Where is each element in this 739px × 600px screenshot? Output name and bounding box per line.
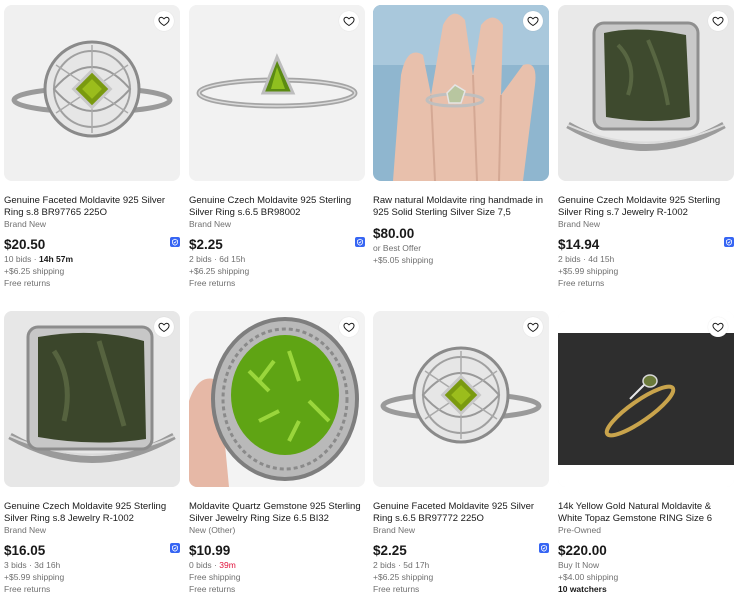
ebay-badge-icon — [724, 237, 734, 247]
listing-price: $20.50 — [4, 237, 46, 252]
listing-title[interactable]: Raw natural Moldavite ring handmade in 9… — [373, 195, 549, 219]
time-left: 6d 15h — [219, 254, 246, 264]
listing-price: $10.99 — [189, 543, 231, 558]
listing-title[interactable]: Moldavite Quartz Gemstone 925 Sterling S… — [189, 501, 365, 525]
watchlist-heart-button[interactable] — [523, 11, 543, 31]
time-left: 3d 16h — [34, 560, 61, 570]
listing-card[interactable]: 14k Yellow Gold Natural Moldavite & Whit… — [558, 311, 734, 595]
listing-shipping: +$6.25 shipping — [189, 266, 250, 276]
watchlist-heart-button[interactable] — [339, 11, 359, 31]
time-left: 4d 15h — [588, 254, 615, 264]
listing-condition: Brand New — [373, 525, 416, 535]
listing-image[interactable] — [558, 5, 734, 181]
listing-card[interactable]: Raw natural Moldavite ring handmade in 9… — [373, 5, 549, 266]
listing-image[interactable] — [189, 5, 365, 181]
listing-bids: 0 bids · 39m — [189, 560, 236, 570]
listing-returns: Free returns — [189, 584, 236, 594]
heart-icon — [712, 321, 724, 333]
listing-price: $2.25 — [189, 237, 223, 252]
watchlist-heart-button[interactable] — [339, 317, 359, 337]
listing-bids: 2 bids · 4d 15h — [558, 254, 615, 264]
listing-title[interactable]: Genuine Czech Moldavite 925 Sterling Sil… — [4, 501, 180, 525]
listing-shipping: Free shipping — [189, 572, 241, 582]
listing-condition: New (Other) — [189, 525, 236, 535]
listing-card[interactable]: Genuine Faceted Moldavite 925 Silver Rin… — [4, 5, 180, 289]
heart-icon — [343, 321, 355, 333]
listing-shipping: +$6.25 shipping — [373, 572, 434, 582]
listing-image[interactable] — [373, 311, 549, 487]
watchlist-heart-button[interactable] — [708, 317, 728, 337]
watchlist-heart-button[interactable] — [708, 11, 728, 31]
listing-condition: Pre-Owned — [558, 525, 601, 535]
listing-title[interactable]: Genuine Czech Moldavite 925 Sterling Sil… — [558, 195, 734, 219]
listing-bids: 2 bids · 6d 15h — [189, 254, 246, 264]
time-left: 39m — [219, 560, 236, 570]
listing-card[interactable]: Genuine Czech Moldavite 925 Sterling Sil… — [4, 311, 180, 595]
listing-card[interactable]: Moldavite Quartz Gemstone 925 Sterling S… — [189, 311, 365, 595]
heart-icon — [527, 321, 539, 333]
watchlist-heart-button[interactable] — [154, 11, 174, 31]
listing-title[interactable]: Genuine Czech Moldavite 925 Sterling Sil… — [189, 195, 365, 219]
listing-buy-it-now: Buy It Now — [558, 560, 600, 570]
listing-title[interactable]: Genuine Faceted Moldavite 925 Silver Rin… — [4, 195, 180, 219]
listing-shipping: +$6.25 shipping — [4, 266, 65, 276]
listing-card[interactable]: Genuine Czech Moldavite 925 Sterling Sil… — [189, 5, 365, 289]
heart-icon — [158, 321, 170, 333]
listing-price: $80.00 — [373, 226, 415, 241]
listing-shipping: +$5.99 shipping — [558, 266, 619, 276]
listing-returns: Free returns — [373, 584, 420, 594]
listing-image[interactable] — [4, 311, 180, 487]
listing-price: $14.94 — [558, 237, 600, 252]
listing-returns: Free returns — [4, 278, 51, 288]
listing-price: $16.05 — [4, 543, 46, 558]
listing-returns: Free returns — [558, 278, 605, 288]
listing-price: $220.00 — [558, 543, 607, 558]
ebay-badge-icon — [170, 543, 180, 553]
ebay-badge-icon — [539, 543, 549, 553]
heart-icon — [158, 15, 170, 27]
listing-shipping: +$5.05 shipping — [373, 255, 434, 265]
heart-icon — [343, 15, 355, 27]
heart-icon — [527, 15, 539, 27]
listing-title[interactable]: Genuine Faceted Moldavite 925 Silver Rin… — [373, 501, 549, 525]
ebay-badge-icon — [355, 237, 365, 247]
time-left: 14h 57m — [39, 254, 74, 264]
search-results-grid: Genuine Faceted Moldavite 925 Silver Rin… — [0, 0, 739, 600]
ebay-badge-icon — [170, 237, 180, 247]
listing-best-offer: or Best Offer — [373, 243, 422, 253]
watchlist-heart-button[interactable] — [523, 317, 543, 337]
listing-returns: Free returns — [189, 278, 236, 288]
listing-card[interactable]: Genuine Czech Moldavite 925 Sterling Sil… — [558, 5, 734, 289]
listing-price: $2.25 — [373, 543, 407, 558]
heart-icon — [712, 15, 724, 27]
listing-image[interactable] — [558, 311, 734, 487]
listing-condition: Brand New — [189, 219, 232, 229]
listing-shipping: +$5.99 shipping — [4, 572, 65, 582]
listing-condition: Brand New — [4, 219, 47, 229]
listing-returns: Free returns — [4, 584, 51, 594]
listing-image[interactable] — [189, 311, 365, 487]
listing-bids: 2 bids · 5d 17h — [373, 560, 430, 570]
listing-card[interactable]: Genuine Faceted Moldavite 925 Silver Rin… — [373, 311, 549, 595]
watchlist-heart-button[interactable] — [154, 317, 174, 337]
listing-title[interactable]: 14k Yellow Gold Natural Moldavite & Whit… — [558, 501, 734, 525]
listing-condition: Brand New — [4, 525, 47, 535]
listing-watchers: 10 watchers — [558, 584, 607, 594]
time-left: 5d 17h — [403, 560, 430, 570]
listing-bids: 3 bids · 3d 16h — [4, 560, 61, 570]
listing-image[interactable] — [4, 5, 180, 181]
listing-bids: 10 bids · 14h 57m — [4, 254, 74, 264]
listing-image[interactable] — [373, 5, 549, 181]
listing-condition: Brand New — [558, 219, 601, 229]
listing-shipping: +$4.00 shipping — [558, 572, 619, 582]
